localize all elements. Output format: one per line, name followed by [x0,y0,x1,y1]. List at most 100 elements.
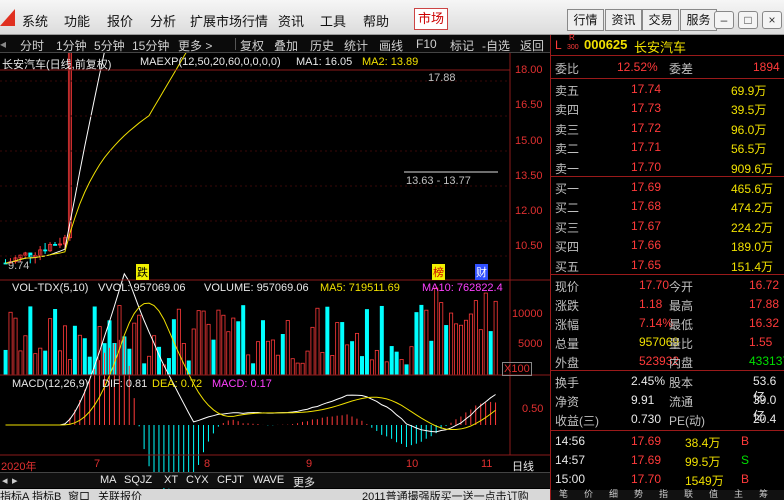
volume-bar [285,320,290,376]
ticker-message[interactable]: 2011普通撮强版买一送一点击订购 [362,489,529,500]
tab-wave[interactable]: WAVE [253,474,284,486]
tab-ma[interactable]: MA [100,474,117,486]
bid-row[interactable]: 买四 17.66 189.0万 [551,236,784,255]
bid-row[interactable]: 买一 17.69 465.6万 [551,178,784,197]
event-marker-finance[interactable]: 财 [475,264,488,280]
status-related-quote[interactable]: 关联报价 [98,489,142,500]
status-indicator-b[interactable]: 指标B [32,489,61,500]
btn-f10[interactable]: F10 [416,37,437,51]
stat-value: 17.88 [749,297,780,311]
menu-system[interactable]: 系统 [22,11,48,30]
ma2-line [5,53,187,264]
close-icon[interactable]: × [762,11,782,29]
ask-label: 卖二 [555,142,580,157]
tab-5min[interactable]: 5分钟 [94,37,125,54]
bid-row[interactable]: 买三 17.67 224.2万 [551,217,784,236]
bid-row[interactable]: 买五 17.65 151.4万 [551,256,784,275]
ask-row[interactable]: 卖二 17.71 56.5万 [551,138,784,157]
stat-row[interactable]: 总量 957069 量比 1.55 [551,333,784,352]
news-button[interactable]: 资讯 [605,9,642,31]
tab-cyx[interactable]: CYX [186,474,209,486]
minimize-icon[interactable]: – [714,11,734,29]
ma1-line [5,53,105,264]
btn-watchlist[interactable]: -自选 [482,37,510,54]
panel-tab[interactable]: 主 [734,487,743,500]
maximize-icon[interactable]: □ [738,11,758,29]
menu-help[interactable]: 帮助 [363,11,389,30]
volume-bar [419,304,424,376]
menu-analysis[interactable]: 分析 [150,11,176,30]
panel-tab[interactable]: 笔 [559,487,568,500]
ma-indicator-label[interactable]: MAEXP(12,50,20,60,0,0,0,0) [140,56,281,68]
trade-button[interactable]: 交易 [642,9,679,31]
tab-more-indicators[interactable]: 更多 [293,474,315,490]
stat-label: 总量 [555,337,580,351]
menu-tools[interactable]: 工具 [320,11,346,30]
macd-title[interactable]: MACD(12,26,9) [12,378,88,390]
stat-value: 17.70 [639,278,670,292]
stat2-row[interactable]: 净资 9.91 流通 39.0亿 [551,391,784,423]
tab-1min[interactable]: 1分钟 [56,37,87,54]
tab-xt[interactable]: XT [164,474,178,486]
stat-row[interactable]: 涨跌 1.18 最高 17.88 [551,295,784,314]
ask-row[interactable]: 卖四 17.73 39.5万 [551,99,784,118]
bid-row[interactable]: 买二 17.68 474.2万 [551,197,784,216]
tab-cfjt[interactable]: CFJT [217,474,244,486]
btn-back[interactable]: 返回 [520,37,544,54]
scroll-left-icon[interactable]: ◂ [0,37,6,51]
panel-tab[interactable]: 值 [709,487,718,500]
ask-price: 17.70 [631,159,662,174]
market-button[interactable]: 市场 [414,8,448,30]
stat-row[interactable]: 涨幅 7.14% 最低 16.32 [551,314,784,333]
volume-bar [424,309,429,376]
panel-tab[interactable]: 细 [609,487,618,500]
event-marker-rank[interactable]: 榜 [432,264,445,280]
stat-label: 最高 [669,299,694,313]
btn-history[interactable]: 历史 [310,37,334,54]
ask-row[interactable]: 卖三 17.72 96.0万 [551,119,784,138]
panel-tab[interactable]: 势 [634,487,643,500]
ask-row[interactable]: 卖五 17.74 69.9万 [551,80,784,99]
vol-title[interactable]: VOL-TDX(5,10) [12,282,88,294]
panel-tab[interactable]: 指 [659,487,668,500]
stat2-row[interactable]: 收益(三) 0.730 PE(动) 20.4 [551,410,784,429]
status-indicator-a[interactable]: 指标A [0,489,29,500]
menu-news[interactable]: 资讯 [278,11,304,30]
btn-draw[interactable]: 画线 [379,37,403,54]
quote-button[interactable]: 行情 [567,9,604,31]
volume-bar [38,347,43,376]
menu-function[interactable]: 功能 [64,11,90,30]
service-button[interactable]: 服务 [680,9,717,31]
tick-row[interactable]: 14:57 17.69 99.5万 S [551,451,784,470]
menu-quote[interactable]: 报价 [107,11,133,30]
tab-more[interactable]: 更多 > [178,37,212,54]
panel-tab[interactable]: 筹 [759,487,768,500]
tab-sqjz[interactable]: SQJZ [124,474,152,486]
ask-row[interactable]: 卖一 17.70 909.6万 [551,158,784,177]
kline-chart-area[interactable]: 长安汽车(日线,前复权) MAEXP(12,50,20,60,0,0,0,0) … [0,53,550,500]
btn-overlay[interactable]: 叠加 [274,37,298,54]
vol-ma10-value: MA10: 762822.4 [422,282,503,294]
panel-tab[interactable]: 联 [684,487,693,500]
panel-tab[interactable]: 价 [584,487,593,500]
scroll-right-icon[interactable]: ▸ [12,474,18,487]
stat-row[interactable]: 现价 17.70 今开 16.72 [551,276,784,295]
stat-label: 现价 [555,280,580,294]
stat2-row[interactable]: 换手 2.45% 股本 53.6亿 [551,372,784,404]
status-window[interactable]: 窗口 [68,489,90,500]
stat-row[interactable]: 外盘523932内盘433137 [551,352,784,371]
btn-adjust[interactable]: 复权 [240,37,264,54]
volume-bar [310,326,315,376]
volume-bar [280,334,285,376]
tab-timeshare[interactable]: 分时 [20,37,44,54]
btn-mark[interactable]: 标记 [450,37,474,54]
volume-bar [493,300,498,376]
menu-extended-market[interactable]: 扩展市场行情 [190,11,268,30]
panel-tab-bar: 笔价细势指联值主筹 [551,487,784,500]
stat-label: 最低 [669,318,694,332]
btn-statistics[interactable]: 统计 [344,37,368,54]
event-marker-fall[interactable]: 跌 [136,264,149,280]
tick-row[interactable]: 14:56 17.69 38.4万 B [551,432,784,451]
tab-15min[interactable]: 15分钟 [132,37,169,54]
scroll-left-icon[interactable]: ◂ [2,474,8,487]
